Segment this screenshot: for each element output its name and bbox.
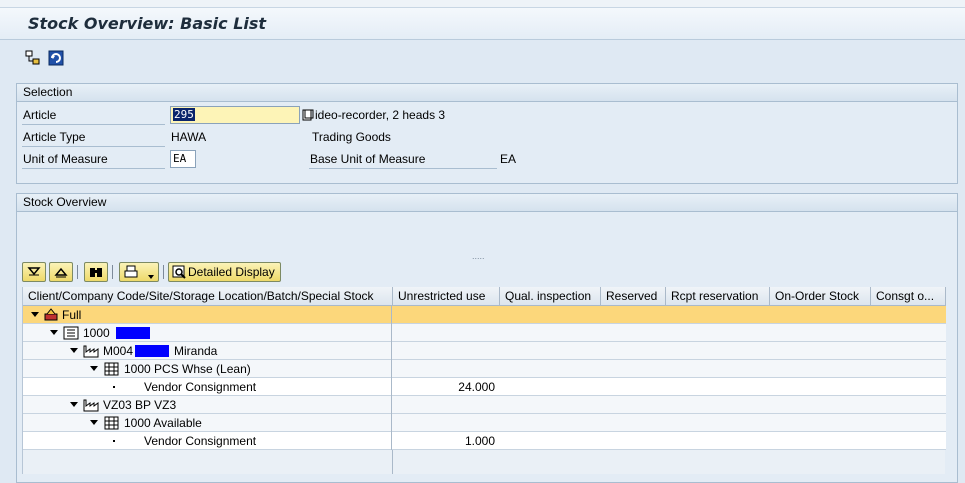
column-header-rcpt-reservation[interactable]: Rcpt reservation [666,287,770,306]
article-type-underline [22,146,165,147]
article-description: ideo-recorder, 2 heads 3 [315,108,446,122]
expand-all-icon [27,267,41,276]
column-header-on-order[interactable]: On-Order Stock [770,287,871,306]
row-unrestricted [393,360,495,378]
collapse-arrow-icon[interactable] [31,312,39,317]
collapse-arrow-icon[interactable] [90,420,98,425]
base-uom-underline [309,168,497,169]
leaf-bullet-icon [113,386,115,388]
article-input-value: 295 [173,108,195,121]
row-label: Full [62,308,82,322]
leaf-bullet-icon [113,440,115,442]
redacted-text [116,327,150,339]
row-label: 1000 PCS Whse (Lean) [124,362,251,376]
row-unrestricted [393,396,495,414]
splitter-handle[interactable]: ..... [472,251,485,261]
row-unrestricted: 1.000 [464,434,495,448]
article-label-underline [22,124,165,125]
base-uom-label: Base Unit of Measure [310,152,426,166]
table-row[interactable]: 1000 Available [23,414,946,432]
article-type-label: Article Type [23,130,86,144]
collapse-arrow-icon[interactable] [70,402,78,407]
base-uom-value: EA [500,152,517,166]
table-row[interactable]: Vendor Consignment 1.000 [23,432,946,450]
stock-level-icon [44,308,58,321]
binoculars-icon [90,268,102,277]
site-factory-icon [83,345,99,358]
tree-cell: 1000 [23,324,392,342]
row-label: Vendor Consignment [144,380,257,394]
article-label: Article [23,108,57,122]
table-row[interactable]: 1000 [23,324,946,342]
refresh-icon[interactable] [48,50,64,66]
row-label: 1000 Available [124,416,202,430]
table-header: Client/Company Code/Site/Storage Locatio… [23,287,946,306]
app-toolbar [0,41,965,77]
print-icon [124,265,138,278]
row-unrestricted: 24.000 [458,380,495,394]
article-type-value: HAWA [171,130,207,144]
page-title: Stock Overview: Basic List [28,14,267,33]
selection-header: Selection [17,84,957,102]
article-input[interactable]: 295 [170,106,300,124]
table-row[interactable]: Full [23,306,946,324]
row-unrestricted [393,342,495,360]
tree-cell: VZ03 BP VZ3 [23,396,392,414]
row-label-suffix: Miranda [174,344,218,358]
search-help-icon[interactable] [302,109,314,121]
row-unrestricted [393,306,495,324]
column-header-reserved[interactable]: Reserved [601,287,666,306]
column-header-qual-inspection[interactable]: Qual. inspection [500,287,601,306]
tree-cell: Vendor Consignment [23,378,392,396]
collapse-arrow-icon[interactable] [70,348,78,353]
tree-cell: Vendor Consignment [23,432,392,450]
row-unrestricted [393,324,495,342]
storage-location-icon [104,416,119,430]
column-divider [392,450,393,474]
toolbar-separator [112,265,113,279]
detailed-display-label: Detailed Display [188,265,275,279]
table-row[interactable]: 1000 PCS Whse (Lean) [23,360,946,378]
tree-cell: Full [23,306,392,324]
table-row[interactable]: VZ03 BP VZ3 [23,396,946,414]
collapse-all-button[interactable] [49,262,73,282]
tree-cell: M004 Miranda [23,342,392,360]
redacted-text [135,345,169,357]
toolbar-separator [163,265,164,279]
expand-all-button[interactable] [22,262,46,282]
row-label: 1000 [83,326,110,340]
row-unrestricted [393,414,495,432]
uom-input[interactable]: EA [170,150,196,168]
title-bar: Stock Overview: Basic List [0,8,965,40]
uom-label: Unit of Measure [23,152,108,166]
uom-underline [22,168,165,169]
toolbar-separator [77,265,78,279]
table-row[interactable]: M004 Miranda [23,342,946,360]
column-header-consignment[interactable]: Consgt o... [871,287,946,306]
row-label: Vendor Consignment [144,434,257,448]
find-button[interactable] [84,262,108,282]
site-factory-icon [83,399,99,412]
column-header-unrestricted[interactable]: Unrestricted use [393,287,500,306]
tree-cell: 1000 PCS Whse (Lean) [23,360,392,378]
collapse-arrow-icon[interactable] [90,366,98,371]
row-label: M004 [103,344,134,358]
stock-overview-header: Stock Overview [17,194,957,212]
hierarchy-icon[interactable] [25,50,41,66]
article-type-description: Trading Goods [312,130,391,144]
stock-tree-table: Client/Company Code/Site/Storage Locatio… [22,287,946,474]
collapse-all-icon [54,267,68,278]
storage-location-icon [104,362,119,376]
collapse-arrow-icon[interactable] [50,330,58,335]
detailed-display-button[interactable]: Detailed Display [168,262,281,282]
print-button[interactable] [119,262,159,282]
dropdown-arrow-icon [148,275,154,279]
row-label: VZ03 BP VZ3 [103,398,177,412]
table-row[interactable]: Vendor Consignment 24.000 [23,378,946,396]
top-strip [0,0,965,8]
company-code-icon [63,326,79,340]
tree-cell: 1000 Available [23,414,392,432]
column-header-hierarchy[interactable]: Client/Company Code/Site/Storage Locatio… [23,287,393,306]
magnifier-icon [172,265,186,279]
